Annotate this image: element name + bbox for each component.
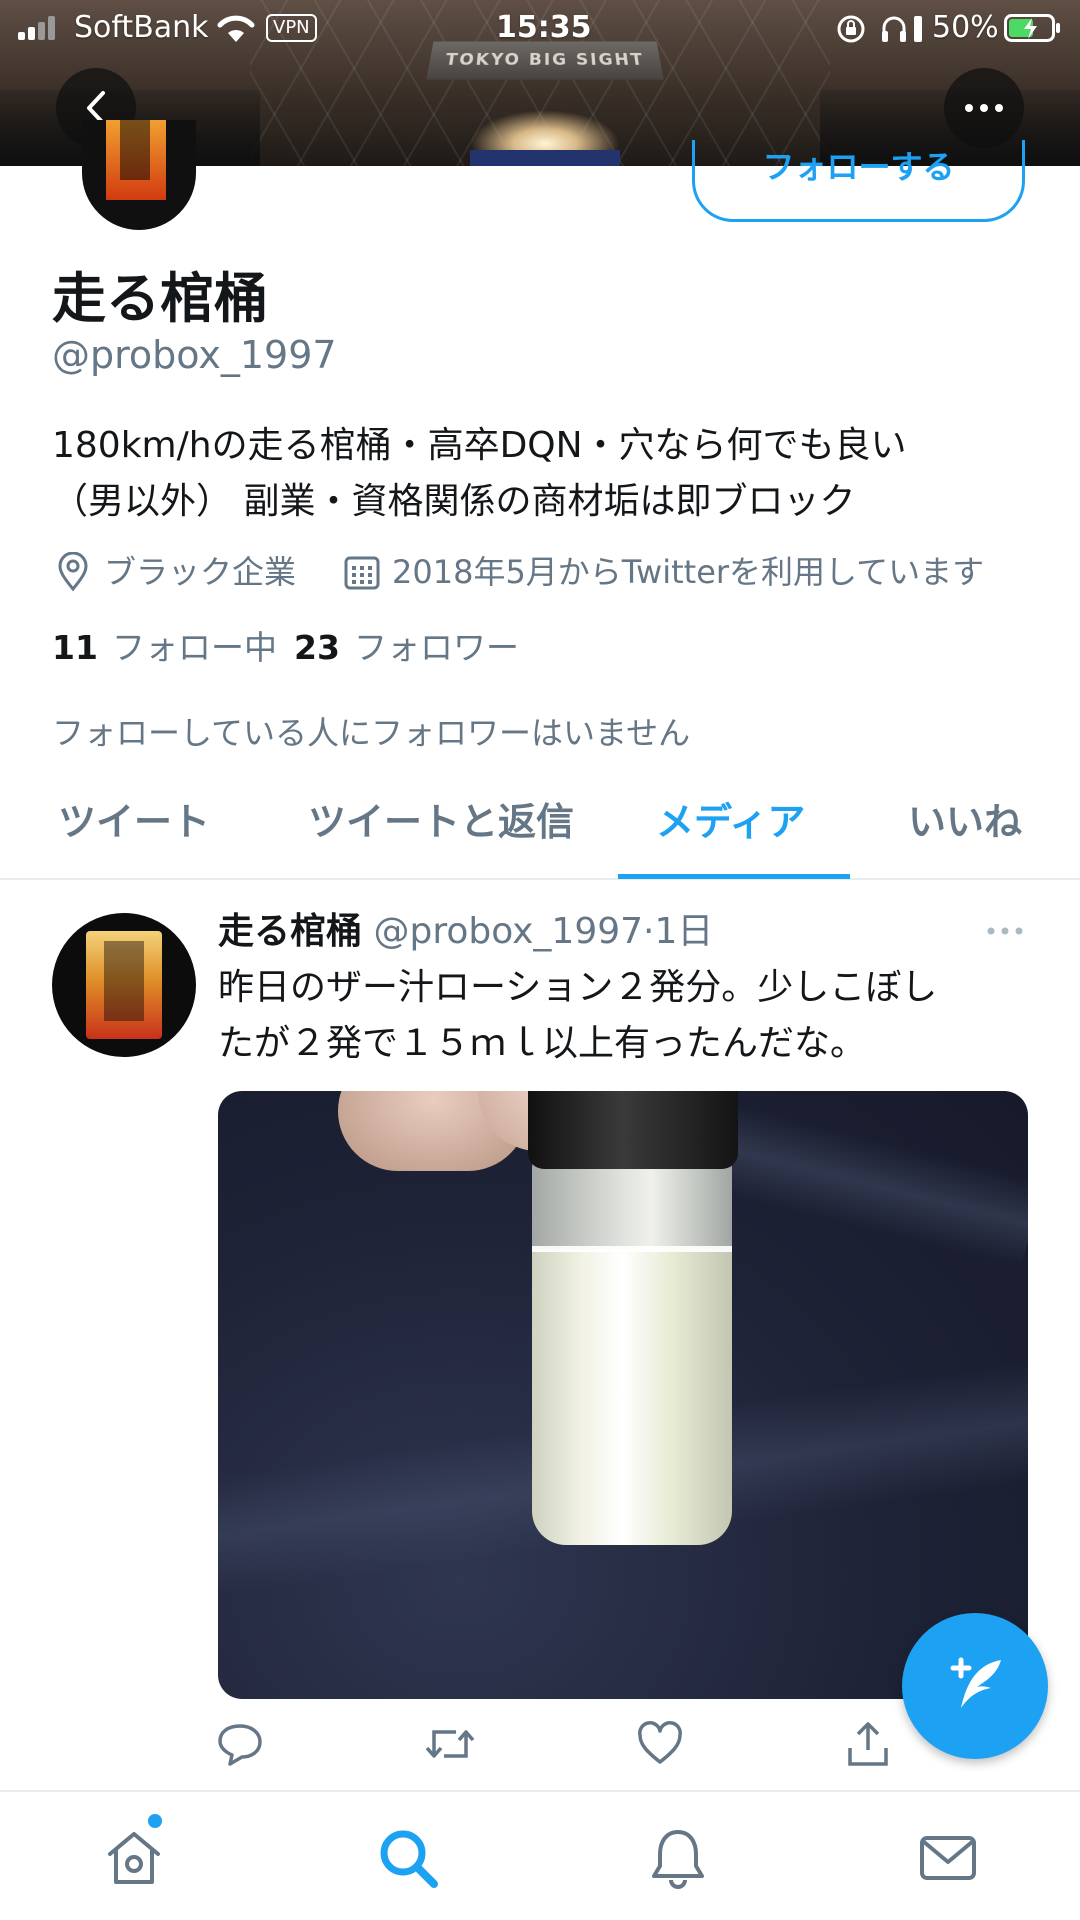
orientation-lock-icon [836, 14, 866, 44]
share-icon [848, 1722, 888, 1766]
location-pin-icon [56, 552, 90, 592]
tab-likes[interactable]: いいね [908, 796, 1022, 848]
retweet-icon [425, 1730, 475, 1758]
nav-messages[interactable] [916, 1826, 980, 1890]
tweet-author-name[interactable]: 走る棺桶 [218, 911, 362, 952]
home-icon [108, 1832, 160, 1884]
profile-joined-date: 2018年5月からTwitterを利用しています [392, 553, 985, 591]
status-time: 15:35 [496, 10, 592, 45]
tab-media[interactable]: メディア [656, 796, 805, 848]
tweet-media-photo[interactable] [218, 1091, 1028, 1699]
profile-bio: 180km/hの走る棺桶・高卒DQN・穴なら何でも良い （男以外） 副業・資格関… [52, 418, 1052, 530]
nav-home[interactable] [102, 1826, 166, 1890]
nav-search[interactable] [376, 1826, 440, 1890]
signal-icon [18, 16, 62, 40]
bio-line: （男以外） 副業・資格関係の商材垢は即ブロック [52, 481, 856, 522]
reply-icon [218, 1724, 262, 1766]
profile-handle: @probox_1997 [52, 333, 337, 377]
followers-count: 23 [294, 628, 340, 667]
more-options-button[interactable] [944, 68, 1024, 148]
heart-icon [638, 1721, 682, 1764]
wifi-icon [214, 12, 258, 44]
headphones-icon [880, 14, 926, 44]
profile-avatar[interactable] [82, 120, 196, 230]
tab-divider [0, 878, 1080, 880]
like-button[interactable] [636, 1720, 684, 1768]
followers-you-know-note: フォローしている人にフォロワーはいません [52, 714, 691, 752]
battery-icon [1004, 12, 1064, 44]
tweet-text-line: たが２発で１５ｍｌ以上有ったんだな。 [218, 1023, 867, 1064]
follow-button[interactable]: フォローする [692, 140, 1025, 222]
following-count: 11 [52, 628, 98, 667]
tweet-separator: · [643, 911, 655, 952]
compose-tweet-icon [950, 1657, 1001, 1708]
profile-location: ブラック企業 [104, 553, 297, 591]
following-count-link[interactable]: 11 フォロー中 [52, 626, 277, 670]
notification-dot [148, 1814, 162, 1828]
tab-tweets-and-replies[interactable]: ツイートと返信 [308, 796, 574, 848]
profile-name: 走る棺桶 [52, 267, 268, 330]
compose-tweet-button[interactable] [902, 1613, 1048, 1759]
reply-button[interactable] [216, 1720, 264, 1768]
tweet-avatar[interactable] [52, 913, 196, 1057]
tweet-more-button[interactable] [986, 926, 1024, 936]
search-icon [380, 1830, 438, 1888]
retweet-button[interactable] [424, 1720, 476, 1768]
tab-tweets[interactable]: ツイート [58, 796, 210, 848]
carrier-label: SoftBank [74, 10, 209, 45]
tweet-time: 1日 [654, 911, 714, 952]
more-dots-icon [987, 927, 1023, 935]
tweet-text: 昨日のザー汁ローション２発分。少しこぼし たが２発で１５ｍｌ以上有ったんだな。 [218, 960, 1038, 1072]
tweet-header: 走る棺桶 @probox_1997·1日 [218, 905, 713, 959]
bottom-nav-divider [0, 1790, 1080, 1792]
battery-percent: 50% [932, 10, 999, 45]
bio-line: 180km/hの走る棺桶・高卒DQN・穴なら何でも良い [52, 425, 907, 466]
nav-notifications[interactable] [646, 1826, 710, 1890]
tweet-text-line: 昨日のザー汁ローション２発分。少しこぼし [218, 967, 938, 1008]
followers-count-link[interactable]: 23 フォロワー [294, 626, 519, 670]
following-label: フォロー中 [111, 628, 277, 667]
tweet-author-handle: @probox_1997 [373, 911, 644, 952]
more-dots-icon [965, 104, 1003, 112]
active-tab-indicator [618, 874, 850, 879]
mail-icon [920, 1836, 976, 1880]
followers-label: フォロワー [353, 628, 519, 667]
calendar-icon [344, 554, 380, 590]
share-button[interactable] [844, 1720, 892, 1768]
vpn-badge: VPN [266, 14, 317, 42]
bell-icon [652, 1830, 704, 1889]
